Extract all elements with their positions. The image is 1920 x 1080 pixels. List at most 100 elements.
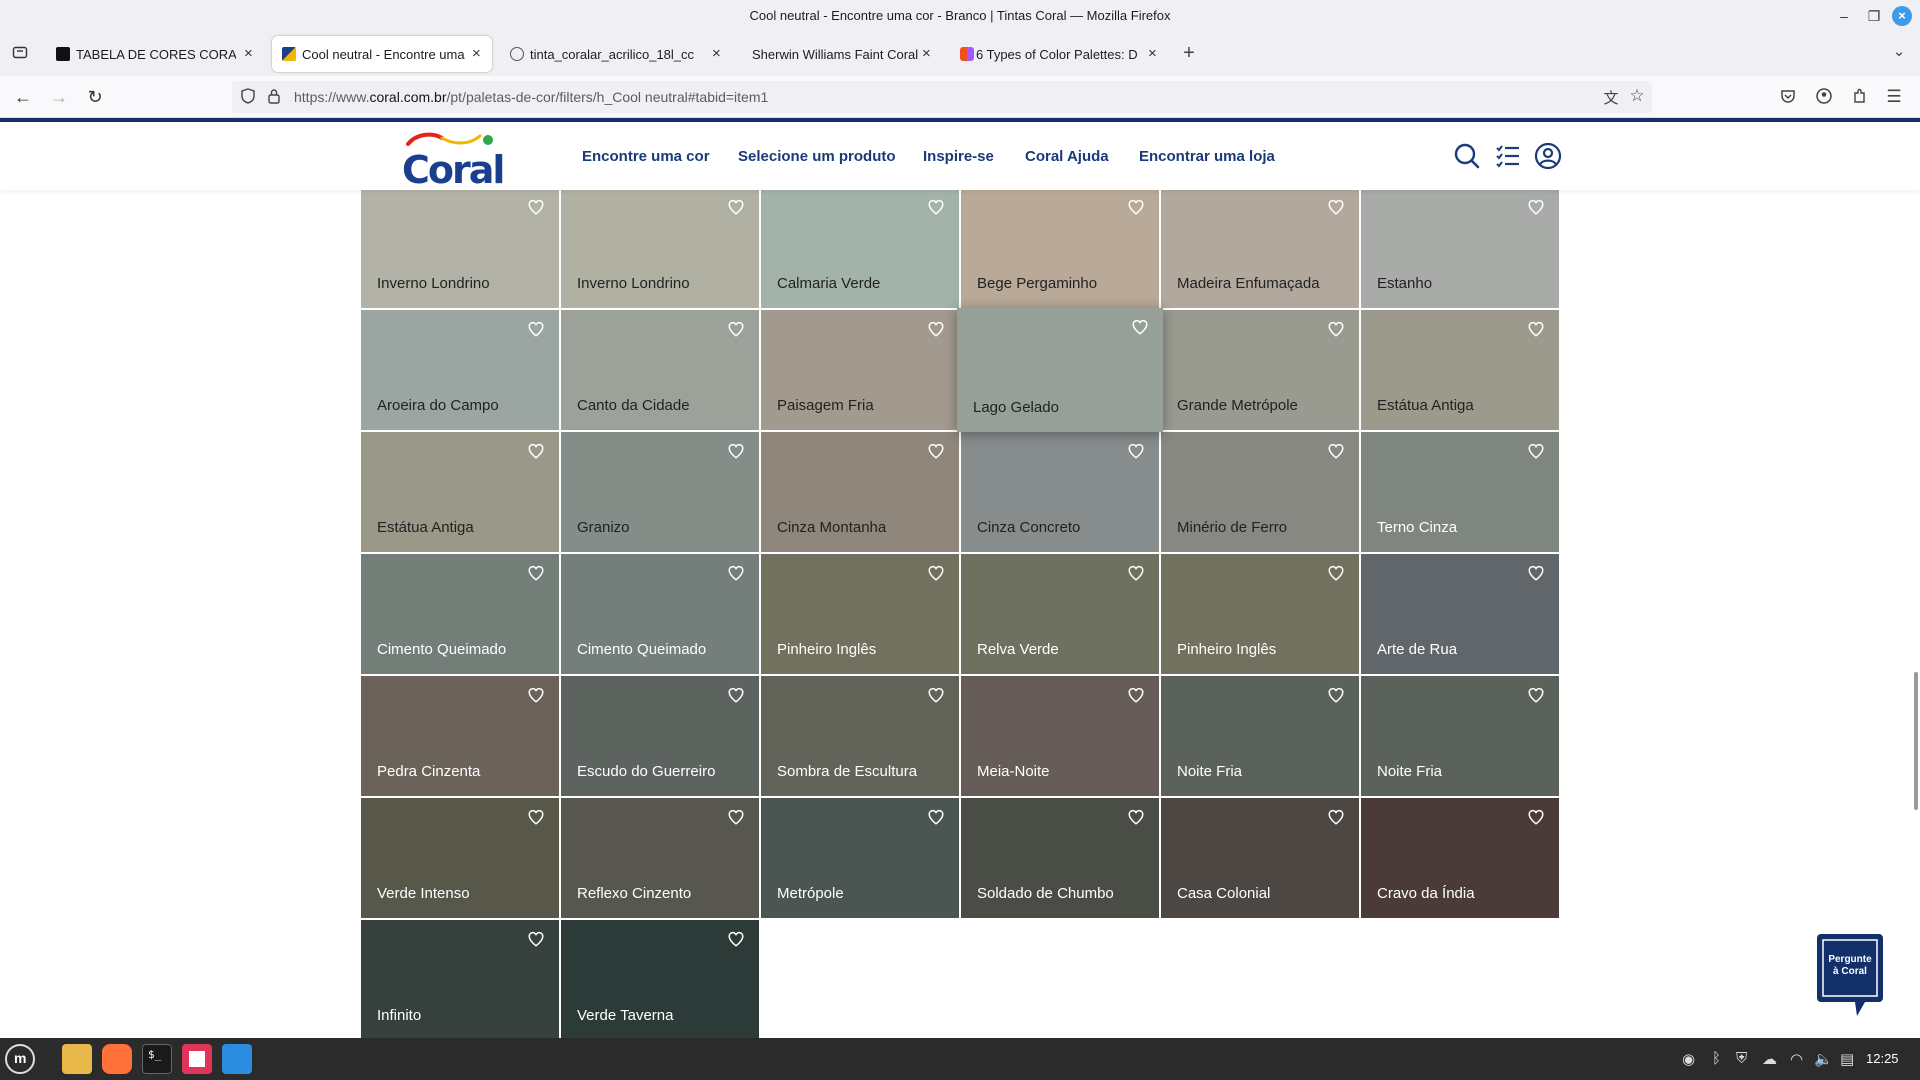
shield-icon[interactable] (240, 88, 256, 108)
nav-encontre-uma-cor[interactable]: Encontre uma cor (582, 148, 710, 165)
close-tab-icon[interactable]: × (712, 45, 721, 62)
favorite-heart-icon[interactable] (927, 686, 945, 704)
color-swatch[interactable]: Reflexo Cinzento (561, 798, 759, 918)
new-tab-icon[interactable]: + (1178, 42, 1200, 65)
color-swatch[interactable]: Cinza Montanha (761, 432, 959, 552)
favorite-heart-icon[interactable] (1127, 564, 1145, 582)
favorite-heart-icon[interactable] (927, 808, 945, 826)
vpn-tray-icon[interactable]: ☁ (1762, 1050, 1777, 1068)
close-tab-icon[interactable]: × (1148, 45, 1157, 62)
favorite-heart-icon[interactable] (727, 198, 745, 216)
color-swatch[interactable]: Infinito (361, 920, 559, 1038)
terminal-icon[interactable]: $_ (142, 1044, 172, 1074)
mint-menu-icon[interactable]: m (5, 1044, 35, 1074)
favorite-heart-icon[interactable] (527, 686, 545, 704)
clipboard-tray-icon[interactable]: ▤ (1840, 1050, 1854, 1068)
favorite-heart-icon[interactable] (1127, 808, 1145, 826)
tab-sherwin-williams[interactable]: Sherwin Williams Faint Coral × (740, 36, 940, 72)
search-icon[interactable] (1453, 142, 1481, 170)
files-folder-icon[interactable] (62, 1044, 92, 1074)
extensions-icon[interactable] (1850, 88, 1870, 108)
color-swatch[interactable]: Grande Metrópole (1161, 310, 1359, 430)
color-swatch[interactable]: Casa Colonial (1161, 798, 1359, 918)
favorite-heart-icon[interactable] (927, 320, 945, 338)
favorite-heart-icon[interactable] (527, 442, 545, 460)
coral-logo[interactable]: Coral (402, 130, 505, 192)
favorite-heart-icon[interactable] (1131, 318, 1149, 336)
color-swatch[interactable]: Relva Verde (961, 554, 1159, 674)
color-swatch[interactable]: Cimento Queimado (361, 554, 559, 674)
color-swatch[interactable]: Pedra Cinzenta (361, 676, 559, 796)
color-swatch[interactable]: Pinheiro Inglês (761, 554, 959, 674)
favorite-heart-icon[interactable] (527, 564, 545, 582)
favorite-heart-icon[interactable] (727, 442, 745, 460)
favorite-heart-icon[interactable] (927, 442, 945, 460)
favorite-heart-icon[interactable] (927, 198, 945, 216)
favorite-heart-icon[interactable] (1127, 198, 1145, 216)
close-tab-icon[interactable]: × (922, 45, 931, 62)
tab-overview-icon[interactable] (8, 44, 32, 64)
favorite-heart-icon[interactable] (1327, 564, 1345, 582)
nav-coral-ajuda[interactable]: Coral Ajuda (1025, 148, 1109, 165)
color-swatch[interactable]: Cravo da Índia (1361, 798, 1559, 918)
color-swatch[interactable]: Inverno Londrino (561, 190, 759, 308)
favorite-heart-icon[interactable] (1327, 198, 1345, 216)
bookmark-star-icon[interactable]: ☆ (1628, 86, 1646, 106)
minimize-button[interactable]: – (1832, 4, 1856, 28)
color-swatch[interactable]: Canto da Cidade (561, 310, 759, 430)
color-swatch[interactable]: Soldado de Chumbo (961, 798, 1159, 918)
pocket-icon[interactable] (1778, 88, 1798, 108)
page-scrollbar[interactable] (1914, 672, 1918, 810)
favorite-heart-icon[interactable] (527, 320, 545, 338)
color-swatch[interactable]: Sombra de Escultura (761, 676, 959, 796)
favorite-heart-icon[interactable] (727, 808, 745, 826)
favorite-heart-icon[interactable] (527, 930, 545, 948)
color-swatch[interactable]: Noite Fria (1161, 676, 1359, 796)
favorite-heart-icon[interactable] (1127, 686, 1145, 704)
tab-cool-neutral[interactable]: Cool neutral - Encontre uma × (272, 36, 492, 72)
vscode-icon[interactable] (222, 1044, 252, 1074)
color-swatch[interactable]: Noite Fria (1361, 676, 1559, 796)
favorite-heart-icon[interactable] (1327, 320, 1345, 338)
close-tab-icon[interactable]: × (472, 45, 481, 62)
checklist-icon[interactable] (1494, 142, 1522, 170)
translate-icon[interactable]: 文 (1602, 87, 1620, 108)
color-swatch[interactable]: Paisagem Fria (761, 310, 959, 430)
favorite-heart-icon[interactable] (1527, 442, 1545, 460)
color-swatch[interactable]: Granizo (561, 432, 759, 552)
color-swatch[interactable]: Meia-Noite (961, 676, 1159, 796)
close-tab-icon[interactable]: × (244, 45, 253, 62)
tab-tinta-coralar[interactable]: tinta_coralar_acrilico_18l_cc × (500, 36, 728, 72)
color-swatch[interactable]: Escudo do Guerreiro (561, 676, 759, 796)
favorite-heart-icon[interactable] (727, 320, 745, 338)
nav-encontrar-uma-loja[interactable]: Encontrar uma loja (1139, 148, 1275, 165)
color-swatch[interactable]: Calmaria Verde (761, 190, 959, 308)
url-bar[interactable]: https://www.coral.com.br/pt/paletas-de-c… (232, 81, 1652, 113)
favorite-heart-icon[interactable] (1527, 198, 1545, 216)
tab-color-palettes[interactable]: 6 Types of Color Palettes: D × (950, 36, 1168, 72)
color-swatch[interactable]: Cimento Queimado (561, 554, 759, 674)
favorite-heart-icon[interactable] (1527, 564, 1545, 582)
color-swatch[interactable]: Cinza Concreto (961, 432, 1159, 552)
shield-tray-icon[interactable]: ⛨ (1736, 1050, 1747, 1067)
wifi-tray-icon[interactable]: ◠ (1790, 1050, 1803, 1068)
color-swatch[interactable]: Minério de Ferro (1161, 432, 1359, 552)
color-swatch[interactable]: Estátua Antiga (1361, 310, 1559, 430)
menu-icon[interactable]: ☰ (1884, 87, 1904, 107)
color-swatch[interactable]: Lago Gelado (957, 308, 1163, 432)
favorite-heart-icon[interactable] (527, 808, 545, 826)
app-icon[interactable] (182, 1044, 212, 1074)
nav-inspire-se[interactable]: Inspire-se (923, 148, 994, 165)
favorite-heart-icon[interactable] (927, 564, 945, 582)
pergunte-a-coral-chat-button[interactable]: Pergunte à Coral (1815, 932, 1885, 1018)
favorite-heart-icon[interactable] (1127, 442, 1145, 460)
favorite-heart-icon[interactable] (1527, 320, 1545, 338)
tab-tabela-cores[interactable]: TABELA DE CORES CORAL – × (46, 36, 262, 72)
favorite-heart-icon[interactable] (1327, 686, 1345, 704)
user-account-icon[interactable] (1534, 142, 1562, 170)
favorite-heart-icon[interactable] (527, 198, 545, 216)
color-swatch[interactable]: Estanho (1361, 190, 1559, 308)
color-swatch[interactable]: Verde Intenso (361, 798, 559, 918)
color-swatch[interactable]: Terno Cinza (1361, 432, 1559, 552)
firefox-icon[interactable] (102, 1044, 132, 1074)
